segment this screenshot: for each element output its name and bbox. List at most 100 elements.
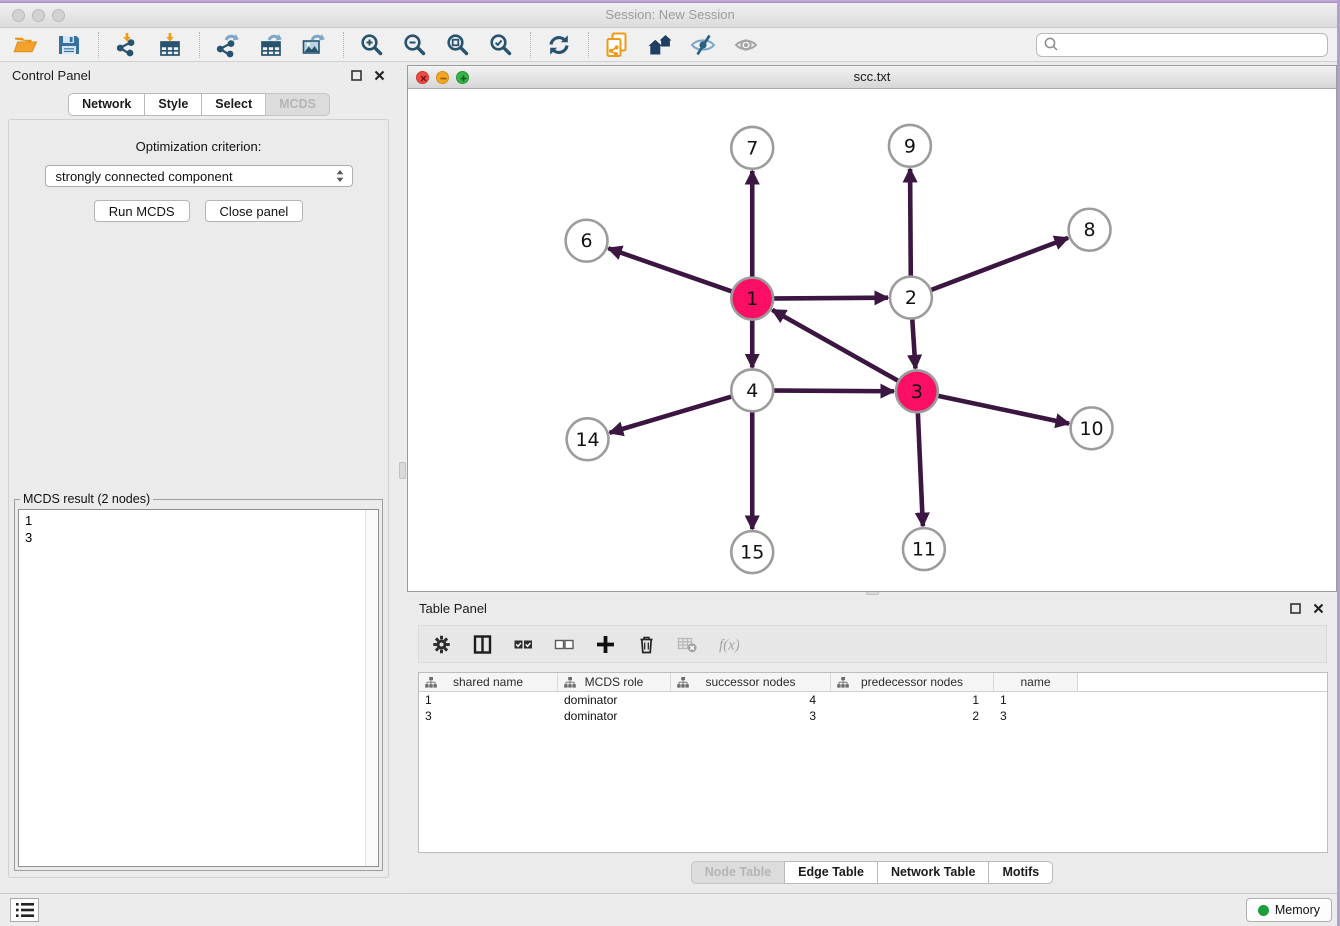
tab-edge-table[interactable]: Edge Table [784,861,878,884]
toolbar-buttons [10,31,773,59]
add-row-button[interactable] [593,632,617,656]
import-network-button[interactable] [111,31,143,59]
criterion-value: strongly connected component [56,169,233,184]
search-field[interactable] [1036,33,1328,57]
refresh-layout-button[interactable] [543,31,575,59]
import-table-button[interactable] [154,31,186,59]
save-session-button[interactable] [53,31,85,59]
run-mcds-button[interactable]: Run MCDS [94,200,190,222]
network-close-icon[interactable] [416,71,429,84]
app-minimize-icon[interactable] [32,9,45,22]
toolbar-separator [530,32,531,58]
edge-3-1[interactable] [772,310,917,392]
cell-predecessor-nodes[interactable]: 2 [831,708,994,724]
node-table[interactable]: shared nameMCDS rolesuccessor nodesprede… [418,672,1328,853]
network-window-title: scc.txt [854,69,891,84]
mcds-result-values: 1 3 [25,513,32,545]
network-minimize-icon[interactable] [436,71,449,84]
select-all-checks-icon [513,634,534,655]
delete-table-button [675,632,699,656]
tab-select[interactable]: Select [201,93,266,116]
float-panel-icon[interactable] [349,68,363,82]
cell-shared-name[interactable]: 1 [419,692,558,708]
node-table-header: shared nameMCDS rolesuccessor nodesprede… [419,673,1327,692]
edge-3-10[interactable] [917,391,1069,423]
export-network-button[interactable] [212,31,244,59]
cell-successor-nodes[interactable]: 3 [671,708,831,724]
float-table-panel-icon[interactable] [1288,601,1302,615]
import-table-icon [157,32,183,58]
split-columns-button[interactable] [470,632,494,656]
table-row[interactable]: 1dominator411 [419,692,1327,708]
memory-button[interactable]: Memory [1246,898,1332,922]
cell-shared-name[interactable]: 3 [419,708,558,724]
edge-4-14[interactable] [610,390,753,432]
tab-style[interactable]: Style [144,93,202,116]
tab-network[interactable]: Network [68,93,145,116]
close-panel-icon[interactable] [372,68,386,82]
graph-node-label-8: 8 [1084,219,1096,241]
column-header-shared-name[interactable]: shared name [419,673,558,691]
task-history-button[interactable] [10,898,39,922]
graph-node-label-15: 15 [740,542,764,564]
open-file-icon [13,32,39,58]
close-panel-button[interactable]: Close panel [205,200,304,222]
result-scrollbar[interactable] [365,510,378,866]
search-icon [1043,36,1060,53]
zoom-in-icon [359,32,385,58]
column-header-name[interactable]: name [994,673,1078,691]
search-input[interactable] [1060,35,1321,55]
import-network-icon [114,32,140,58]
show-all-button [730,31,762,59]
tab-motifs[interactable]: Motifs [988,861,1053,884]
graph-node-label-7: 7 [746,137,758,159]
gear-button[interactable] [429,632,453,656]
network-zoom-icon[interactable] [456,71,469,84]
app-maximize-icon[interactable] [52,9,65,22]
first-neighbors-button[interactable] [644,31,676,59]
open-file-button[interactable] [10,31,42,59]
cell-MCDS-role[interactable]: dominator [558,708,671,724]
edge-1-6[interactable] [608,248,752,298]
save-session-icon [56,32,82,58]
function-builder-button: f(x) [716,632,740,656]
cell-successor-nodes[interactable]: 4 [671,692,831,708]
zoom-selected-button[interactable] [485,31,517,59]
close-table-panel-icon[interactable] [1311,601,1325,615]
tab-mcds[interactable]: MCDS [265,93,330,116]
delete-row-button[interactable] [634,632,658,656]
export-table-button[interactable] [255,31,287,59]
column-header-successor-nodes[interactable]: successor nodes [671,673,831,691]
network-canvas[interactable]: 7968124314101511 [408,90,1336,591]
clone-network-button[interactable] [601,31,633,59]
delete-row-icon [636,634,657,655]
column-type-icon [425,677,437,688]
tab-node-table[interactable]: Node Table [691,861,785,884]
edge-2-8[interactable] [911,238,1068,298]
cell-name[interactable]: 3 [994,708,1078,724]
zoom-out-button[interactable] [399,31,431,59]
node-table-rows: 1dominator4113dominator323 [419,692,1327,724]
first-neighbors-icon [647,32,673,58]
select-all-checks-button[interactable] [511,632,535,656]
tab-network-table[interactable]: Network Table [877,861,990,884]
cell-MCDS-role[interactable]: dominator [558,692,671,708]
app-close-icon[interactable] [12,9,25,22]
vertical-splitter-handle[interactable] [399,462,406,479]
network-window-titlebar[interactable]: scc.txt [408,66,1336,89]
zoom-fit-button[interactable] [442,31,474,59]
app-title: Session: New Session [605,7,734,22]
hide-selected-button[interactable] [687,31,719,59]
criterion-dropdown[interactable]: strongly connected component [45,165,353,187]
clear-checks-button[interactable] [552,632,576,656]
cell-name[interactable]: 1 [994,692,1078,708]
column-header-MCDS-role[interactable]: MCDS role [558,673,671,691]
cell-predecessor-nodes[interactable]: 1 [831,692,994,708]
export-image-button[interactable] [298,31,330,59]
mcds-result-list[interactable]: 1 3 [18,509,379,867]
column-header-predecessor-nodes[interactable]: predecessor nodes [831,673,994,691]
table-row[interactable]: 3dominator323 [419,708,1327,724]
control-panel-title: Control Panel [12,68,91,83]
zoom-in-button[interactable] [356,31,388,59]
hide-selected-icon [690,32,716,58]
